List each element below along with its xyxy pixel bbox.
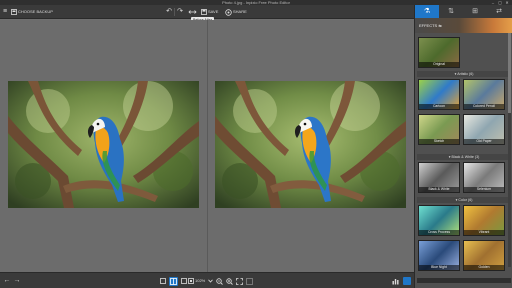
sidebar-footer bbox=[417, 278, 511, 283]
split-view-icon bbox=[170, 277, 177, 285]
effect-thumb-original[interactable]: Original bbox=[418, 37, 460, 68]
zoom-in-icon[interactable] bbox=[226, 277, 233, 285]
actual-size-icon[interactable] bbox=[246, 277, 253, 285]
tab-frames-icon[interactable]: ⇄ bbox=[487, 5, 511, 18]
effect-label: Cross Process bbox=[419, 230, 459, 235]
effect-thumb-blue-night[interactable]: Blue Night bbox=[418, 240, 460, 271]
effect-label: Sketch bbox=[419, 139, 459, 144]
fit-view-icon[interactable] bbox=[188, 278, 194, 284]
section-black-white[interactable]: ▾ Black & White (3) bbox=[417, 154, 511, 160]
tab-effects-icon[interactable]: ⚗ bbox=[415, 5, 439, 18]
effect-label: Golden bbox=[464, 265, 504, 270]
section-color[interactable]: ▾ Color (6) bbox=[417, 197, 511, 203]
before-after-icon[interactable] bbox=[188, 9, 197, 15]
effect-label: Black & White bbox=[419, 187, 459, 192]
compare-view-icon[interactable] bbox=[181, 278, 187, 284]
zoom-dropdown-icon[interactable] bbox=[208, 279, 213, 283]
effect-thumb-sketch[interactable]: Sketch bbox=[418, 114, 460, 145]
redo-icon[interactable]: ↷ bbox=[176, 8, 184, 16]
effect-label: Old Paper bbox=[464, 139, 504, 144]
undo-icon[interactable]: ↶ bbox=[165, 8, 173, 16]
effects-title: EFFECTS ⇆ bbox=[419, 23, 442, 28]
effect-label: Original bbox=[419, 62, 459, 67]
effect-thumb-old-paper[interactable]: Old Paper bbox=[463, 114, 505, 145]
effect-thumb-cartoon[interactable]: Cartoon bbox=[418, 79, 460, 110]
scrollbar-thumb[interactable] bbox=[508, 33, 511, 113]
effect-thumb-cross-process[interactable]: Cross Process bbox=[418, 205, 460, 236]
share-button[interactable]: SHARE bbox=[233, 8, 247, 16]
effect-thumb-golden[interactable]: Golden bbox=[463, 240, 505, 271]
tab-adjust-icon[interactable]: ⇅ bbox=[439, 5, 463, 18]
sidebar-tabs: ⚗ ⇅ ⊞ ⇄ bbox=[415, 5, 512, 18]
after-photo bbox=[215, 81, 406, 208]
zoom-out-icon[interactable] bbox=[216, 277, 223, 285]
previous-icon[interactable]: ← bbox=[3, 277, 11, 285]
bottom-toolbar: ← → 102% bbox=[0, 272, 414, 288]
share-icon[interactable] bbox=[225, 8, 232, 16]
effect-label: Blue Night bbox=[419, 265, 459, 270]
next-icon[interactable]: → bbox=[13, 277, 21, 285]
choose-backup-button[interactable]: CHOOSE BACKUP bbox=[18, 8, 53, 16]
split-view-button[interactable] bbox=[169, 276, 178, 286]
section-artistic[interactable]: ▾ Artistic (6) bbox=[417, 71, 511, 77]
single-view-icon[interactable] bbox=[160, 278, 166, 284]
sidebar-scrollbar[interactable] bbox=[508, 33, 511, 267]
tab-crop-icon[interactable]: ⊞ bbox=[463, 5, 487, 18]
effect-thumb-black-white[interactable]: Black & White bbox=[418, 162, 460, 193]
backup-icon[interactable] bbox=[11, 9, 17, 15]
effect-thumb-vibrant[interactable]: Vibrant bbox=[463, 205, 505, 236]
zoom-level[interactable]: 102% bbox=[195, 277, 205, 285]
save-icon[interactable] bbox=[201, 9, 207, 15]
toolbar-divider bbox=[174, 8, 175, 16]
histogram-icon[interactable] bbox=[392, 278, 399, 285]
fit-screen-icon[interactable] bbox=[236, 277, 243, 285]
before-photo bbox=[8, 81, 199, 208]
menu-icon[interactable]: ≡ bbox=[1, 8, 9, 16]
effect-thumb-selenium[interactable]: Selenium bbox=[463, 162, 505, 193]
effect-label: Cartoon bbox=[419, 104, 459, 109]
effect-label: Selenium bbox=[464, 187, 504, 192]
effect-thumb-colored-pencil[interactable]: Colored Pencil bbox=[463, 79, 505, 110]
effect-label: Vibrant bbox=[464, 230, 504, 235]
effects-sidebar: ⚗ ⇅ ⊞ ⇄ EFFECTS ⇆ Original ▾ Artistic (6… bbox=[414, 5, 512, 288]
save-button[interactable]: SAVE bbox=[208, 8, 218, 16]
effect-label: Colored Pencil bbox=[464, 104, 504, 109]
effects-header: EFFECTS ⇆ bbox=[415, 18, 512, 33]
panel-toggle-button[interactable] bbox=[403, 277, 411, 285]
